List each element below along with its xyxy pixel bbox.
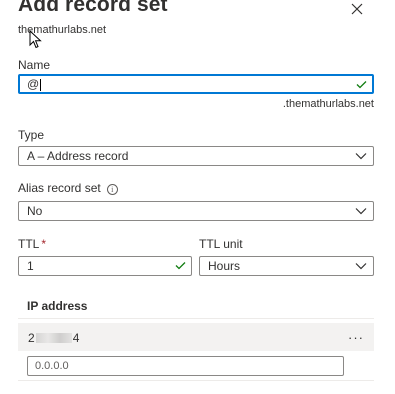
type-label: Type (18, 128, 45, 142)
ttl-label: TTL * (18, 237, 46, 251)
info-icon[interactable]: i (106, 184, 118, 195)
name-input-value: @ (27, 77, 40, 91)
ttl-input[interactable]: 1 (18, 256, 192, 276)
name-input-value-wrap: @ (27, 76, 42, 92)
alias-dropdown-value: No (27, 204, 43, 218)
ttl-unit-dropdown[interactable]: Hours (199, 256, 374, 276)
ttl-input-value: 1 (27, 259, 34, 273)
chevron-down-icon (355, 153, 367, 160)
ip-address-suffix: 4 (72, 331, 80, 345)
type-dropdown[interactable]: A – Address record (18, 146, 374, 166)
ttl-unit-label: TTL unit (199, 237, 243, 251)
text-caret (40, 78, 42, 91)
ttl-unit-dropdown-value: Hours (208, 259, 241, 273)
zone-suffix: .themathurlabs.net (282, 98, 374, 110)
name-input[interactable]: @ (18, 74, 374, 94)
mouse-pointer-icon (29, 30, 42, 49)
ttl-label-text: TTL (18, 237, 40, 251)
redacted-blur (35, 333, 72, 343)
checkmark-icon (175, 262, 186, 270)
panel-title: Add record set (18, 0, 168, 16)
ip-address-value: 24 (28, 331, 79, 345)
more-icon[interactable]: ··· (348, 330, 364, 345)
ip-address-row[interactable]: 24 ··· (18, 323, 374, 351)
chevron-down-icon (355, 208, 367, 215)
ip-address-input[interactable] (27, 356, 344, 376)
required-marker: * (41, 237, 47, 251)
checkmark-icon (356, 81, 367, 89)
name-label: Name (18, 58, 51, 72)
divider (18, 380, 374, 381)
chevron-down-icon (355, 263, 367, 270)
close-icon[interactable] (350, 2, 364, 16)
divider (18, 318, 374, 319)
alias-dropdown[interactable]: No (18, 201, 374, 221)
alias-label: Alias record set i (18, 181, 118, 195)
alias-label-text: Alias record set (18, 181, 101, 195)
ip-address-prefix: 2 (28, 331, 35, 345)
ip-address-header: IP address (27, 299, 88, 313)
type-dropdown-value: A – Address record (27, 149, 129, 163)
